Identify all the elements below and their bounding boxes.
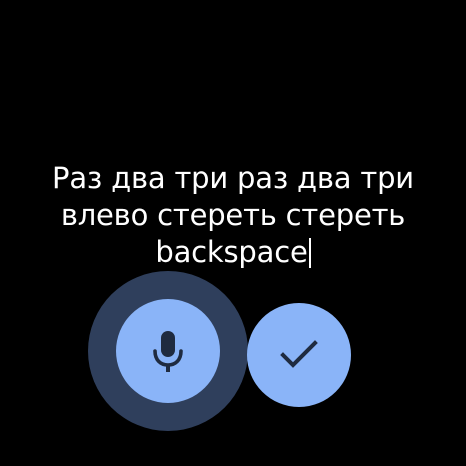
- transcript-text[interactable]: Раз два три раз два три влево стереть ст…: [20, 160, 446, 271]
- voice-input-screen: Раз два три раз два три влево стереть ст…: [0, 0, 466, 466]
- microphone-button[interactable]: [116, 299, 220, 403]
- transcript-line-1: Раз два три раз два три: [52, 161, 414, 195]
- confirm-button[interactable]: [247, 303, 351, 407]
- text-cursor: [308, 238, 311, 268]
- transcript-line-3-wrapper: backspace: [20, 234, 446, 271]
- transcript-line-2: влево стереть стереть: [60, 198, 406, 232]
- transcript-line-3: backspace: [155, 235, 308, 269]
- checkmark-icon: [278, 338, 320, 372]
- microphone-icon: [148, 327, 188, 375]
